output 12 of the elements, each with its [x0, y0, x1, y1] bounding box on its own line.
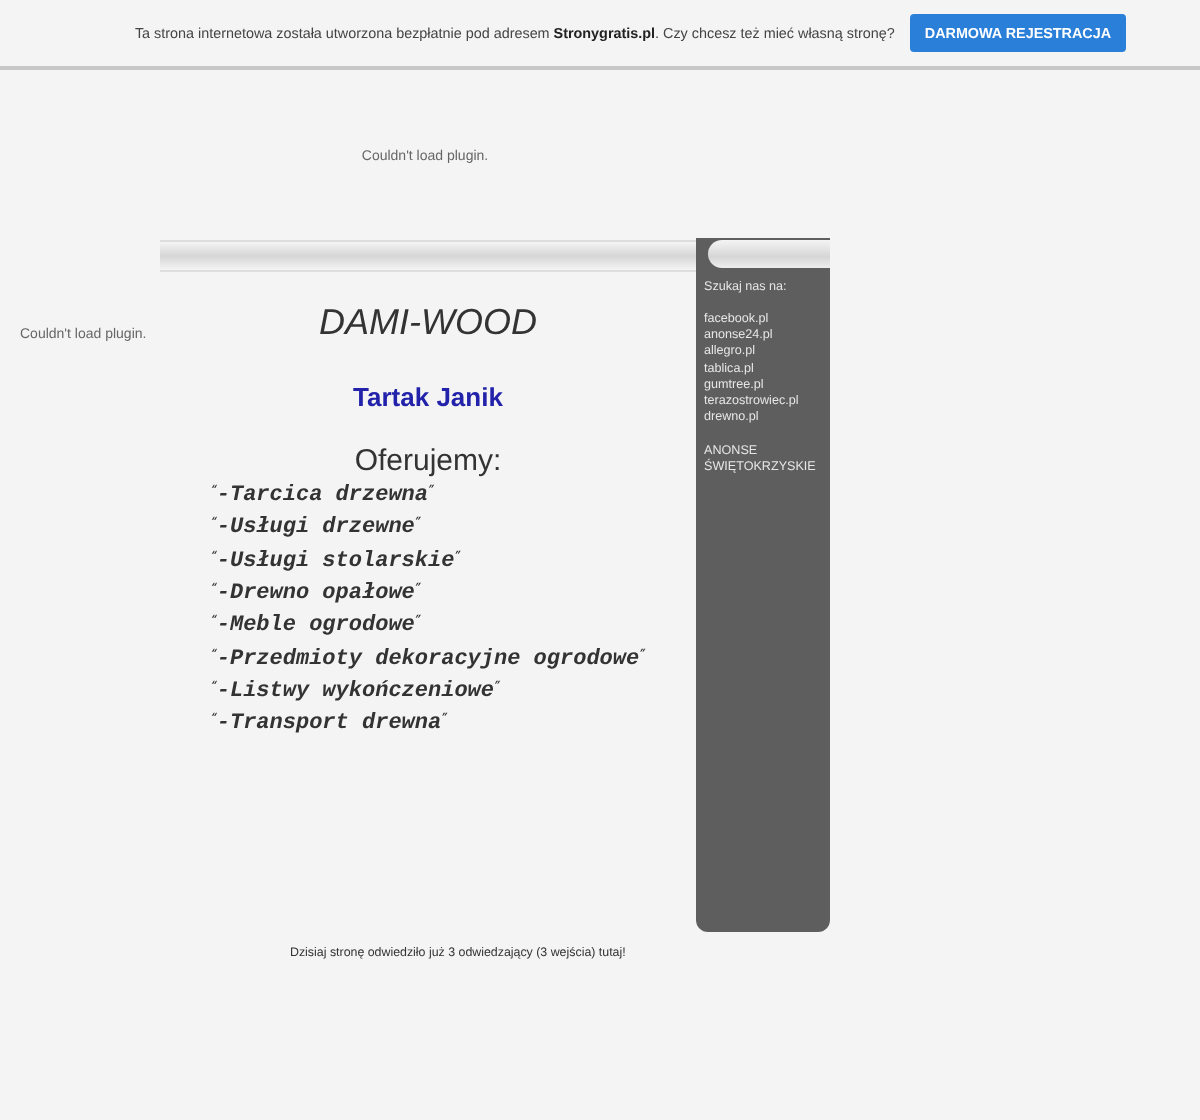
offer-item: -Przedmioty dekoracyjne ogrodowe [216, 647, 640, 672]
offer-item: -Transport drewna [216, 712, 442, 737]
sidebar-header-bar [708, 240, 830, 268]
offer-item: -Usługi drzewne [216, 516, 415, 541]
offer-item: -Drewno opałowe [216, 581, 415, 606]
offer-item: -Usługi stolarskie [216, 549, 455, 574]
site-title: DAMI-WOOD [319, 302, 537, 344]
offer-item: -Meble ogrodowe [216, 614, 415, 639]
offer-item: -Listwy wykończeniowe [216, 680, 494, 704]
site-subtitle: Tartak Janik [353, 382, 503, 412]
offer-item: -Tarcica drzewna [216, 483, 428, 508]
offer-heading: Oferujemy: [354, 446, 502, 478]
